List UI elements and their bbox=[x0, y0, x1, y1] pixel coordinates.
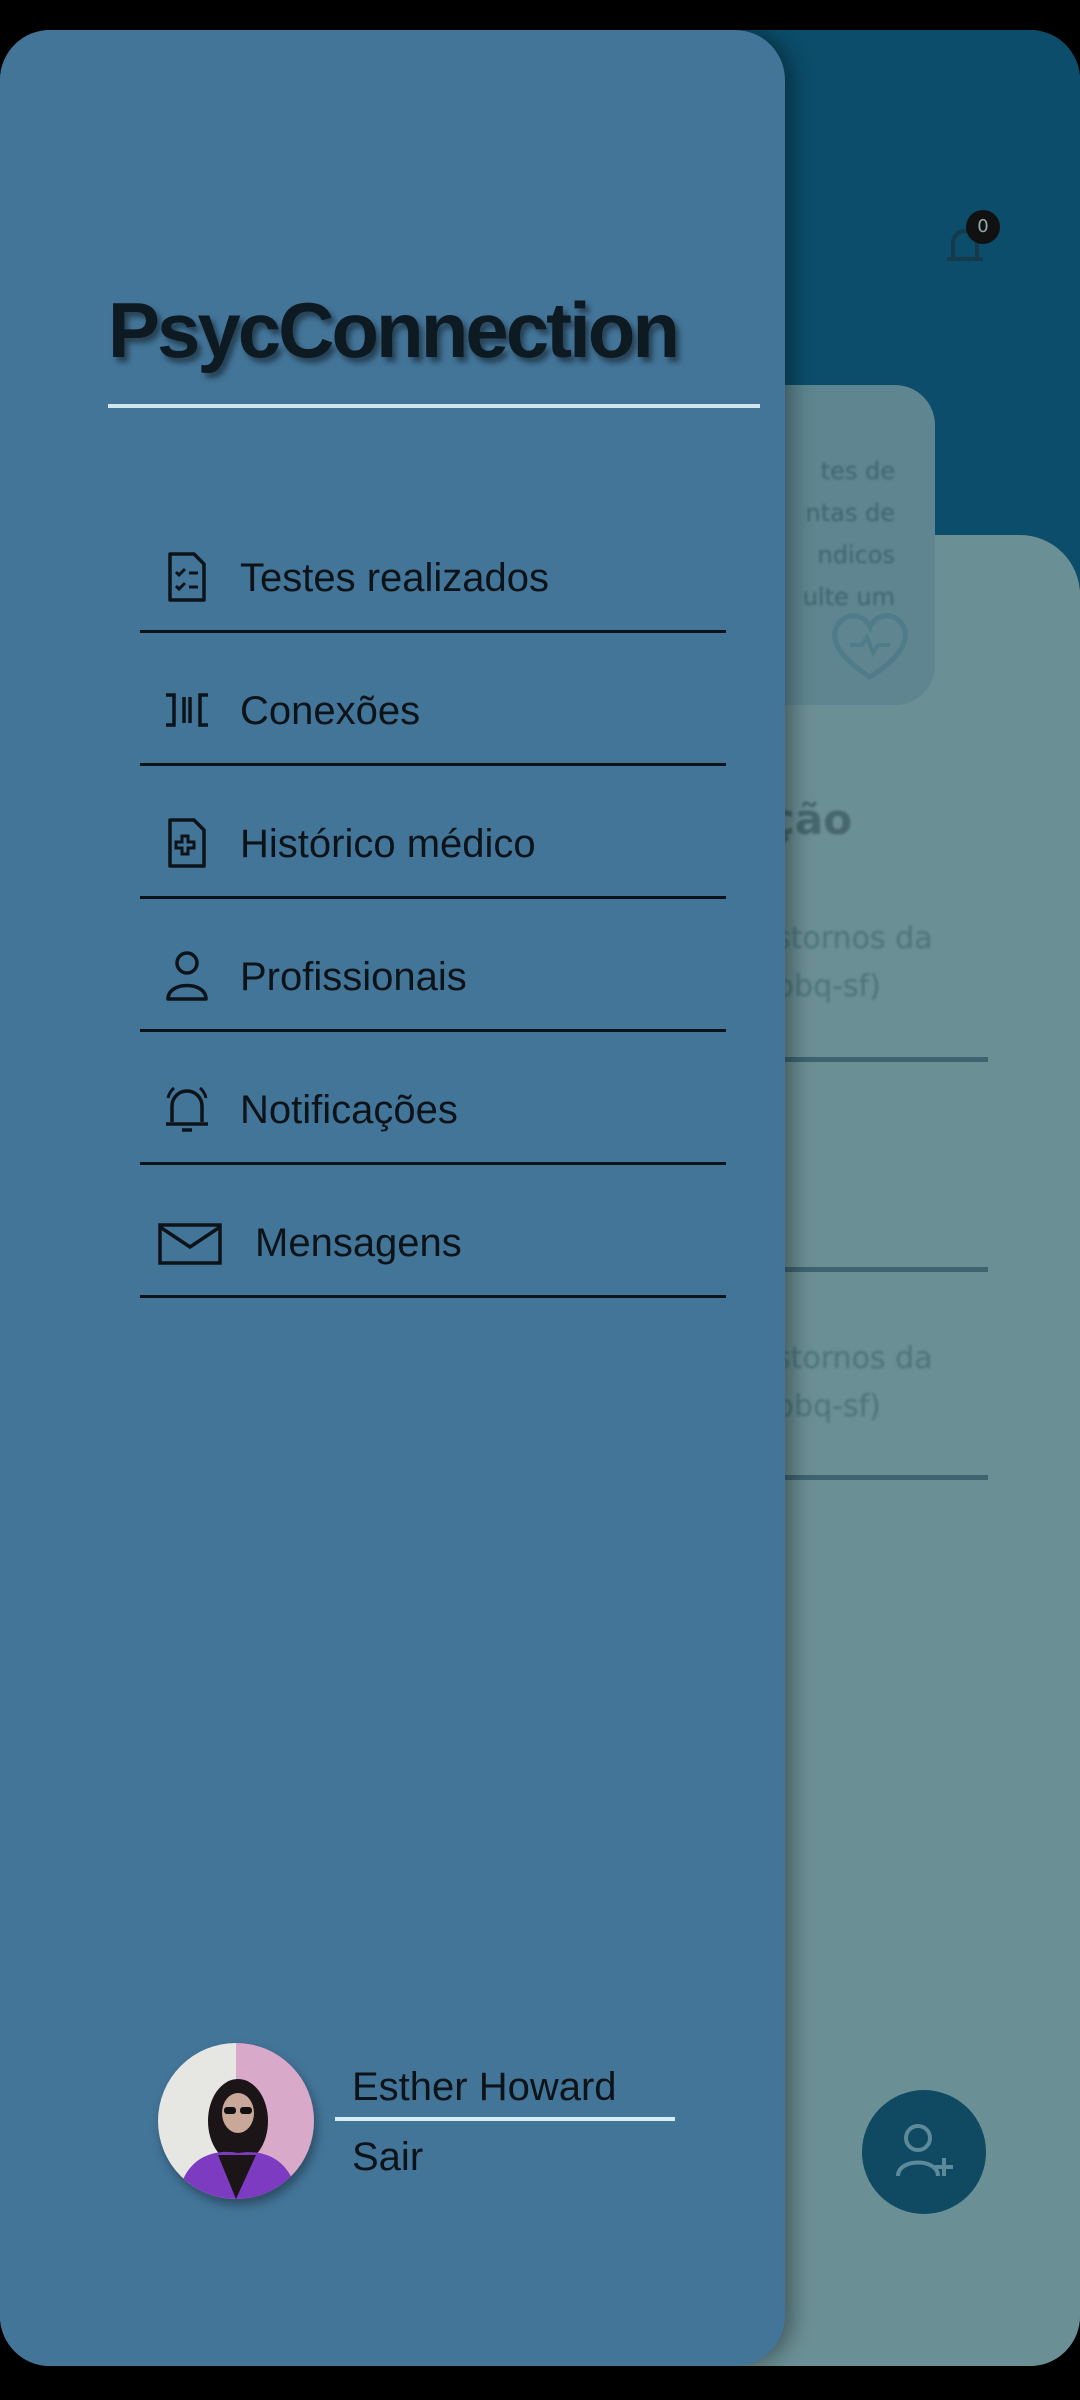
menu-item-label: Conexões bbox=[240, 689, 421, 733]
title-divider bbox=[108, 404, 760, 408]
checklist-document-icon bbox=[168, 552, 206, 602]
menu-item-label: Testes realizados bbox=[240, 556, 550, 600]
background-row-text: stornos da pbq-sf) bbox=[775, 1341, 933, 1424]
menu-item-label: Histórico médico bbox=[240, 822, 536, 866]
envelope-icon bbox=[158, 1223, 222, 1265]
menu-item-mensagens[interactable]: Mensagens bbox=[140, 1165, 726, 1298]
menu-item-label: Mensagens bbox=[255, 1221, 462, 1265]
menu-item-label: Notificações bbox=[240, 1088, 458, 1132]
add-user-fab bbox=[862, 2090, 986, 2214]
avatar[interactable] bbox=[158, 2043, 314, 2199]
avatar-photo bbox=[158, 2043, 314, 2199]
logout-button[interactable]: Sair bbox=[352, 2135, 423, 2180]
background-card-text: tes de ntas de ndicos ulte um bbox=[802, 457, 895, 611]
menu-item-notificacoes[interactable]: Notificações bbox=[140, 1032, 726, 1165]
connections-icon bbox=[166, 693, 208, 727]
menu-item-historico-medico[interactable]: Histórico médico bbox=[140, 766, 726, 899]
menu-item-label: Profissionais bbox=[240, 955, 467, 999]
add-user-icon bbox=[896, 2124, 953, 2177]
menu-item-testes-realizados[interactable]: Testes realizados bbox=[140, 500, 726, 633]
person-icon bbox=[166, 951, 208, 1001]
app-title: PsycConnection bbox=[107, 286, 680, 374]
navigation-drawer: PsycConnection Testes realizados Conexõe… bbox=[0, 30, 785, 2366]
background-row-text: stornos da pbq-sf) bbox=[775, 921, 933, 1004]
background-notification-badge: 0 bbox=[966, 210, 1000, 244]
user-name: Esther Howard bbox=[352, 2065, 617, 2109]
medical-file-icon bbox=[168, 818, 206, 868]
drawer-menu: Testes realizados Conexões Histórico méd… bbox=[140, 500, 726, 1298]
user-divider bbox=[335, 2117, 675, 2121]
bell-icon bbox=[166, 1086, 208, 1132]
menu-item-profissionais[interactable]: Profissionais bbox=[140, 899, 726, 1032]
menu-item-conexoes[interactable]: Conexões bbox=[140, 633, 726, 766]
heart-icon bbox=[832, 613, 908, 680]
